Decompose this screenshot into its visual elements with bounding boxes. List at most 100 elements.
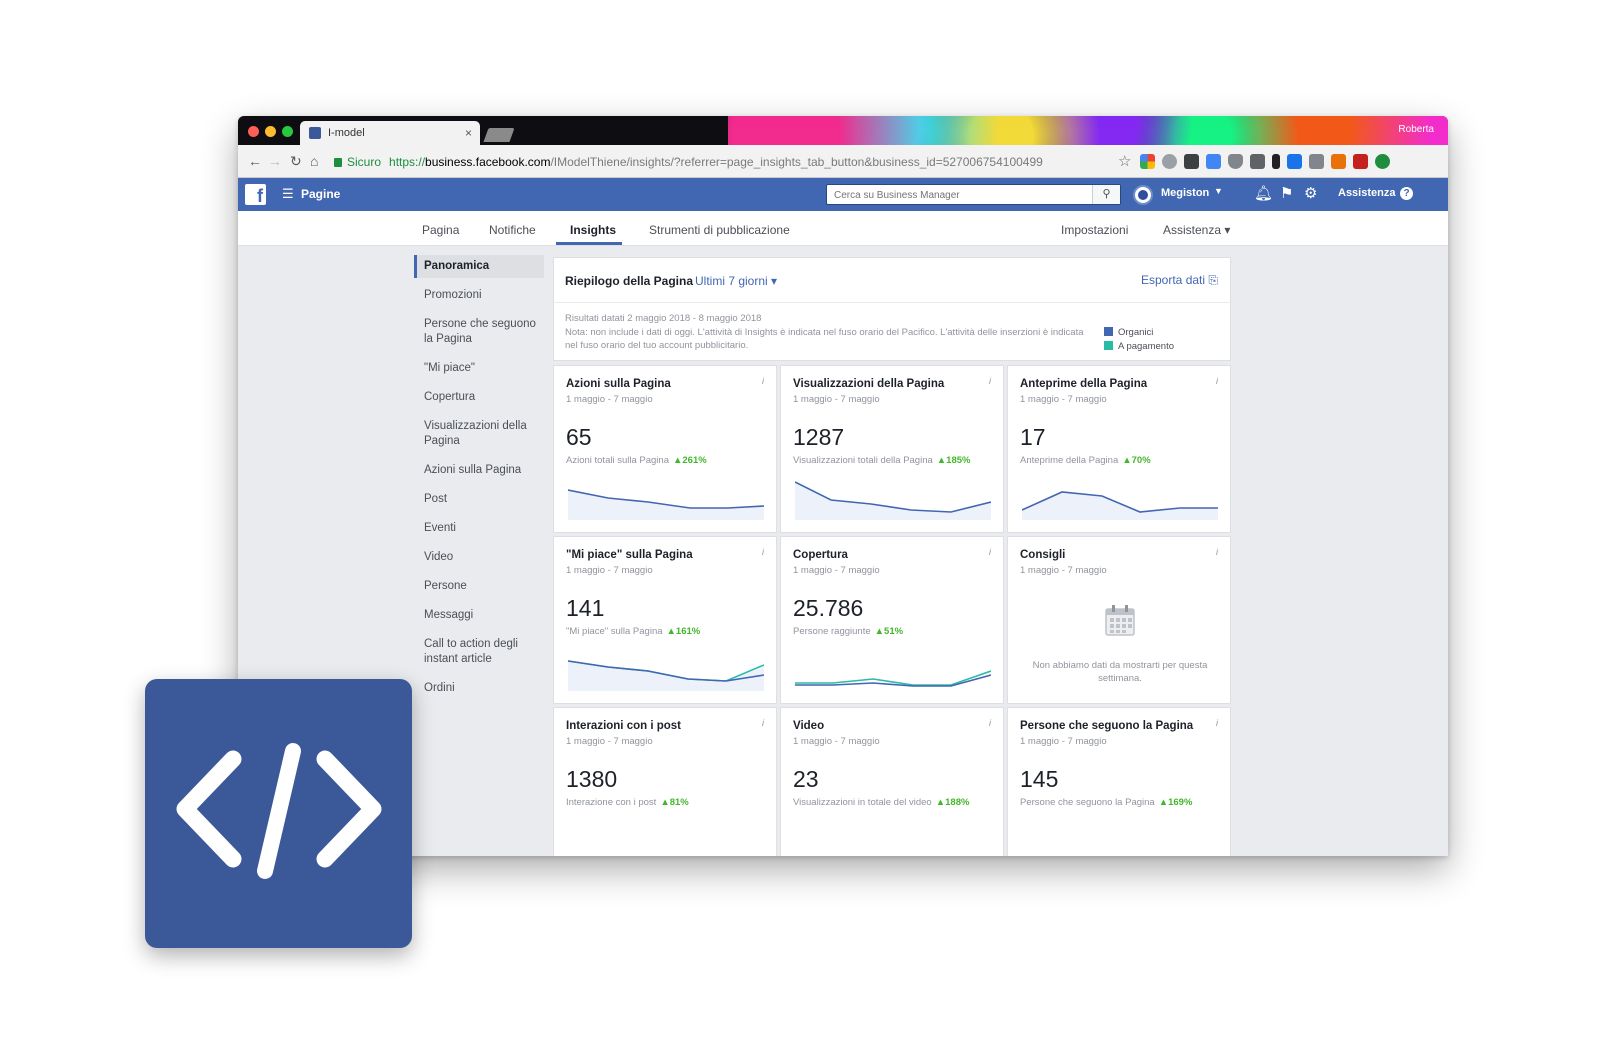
extension-basket-icon[interactable]	[1331, 154, 1346, 169]
active-tab-indicator	[556, 242, 622, 245]
sidebar-item-copertura[interactable]: Copertura	[414, 386, 544, 409]
tab-strumenti[interactable]: Strumenti di pubblicazione	[649, 223, 790, 237]
home-icon[interactable]: ⌂	[310, 153, 318, 169]
extension-keyboard-icon[interactable]	[1184, 154, 1199, 169]
sidebar-item-panoramica[interactable]: Panoramica	[414, 255, 544, 278]
business-search-input[interactable]	[827, 186, 1082, 205]
tab-title: I-model	[328, 127, 365, 139]
chevron-down-icon[interactable]: ▼	[1214, 186, 1223, 196]
card-title: Visualizzazioni della Pagina	[793, 378, 945, 390]
metric-card-page-actions[interactable]: Azioni sulla Pagina i 1 maggio - 7 maggi…	[553, 365, 777, 533]
search-icon[interactable]: ⚲	[1092, 185, 1120, 204]
metric-card-reach[interactable]: Copertura i 1 maggio - 7 maggio 25.786 P…	[780, 536, 1004, 704]
sidebar-item-visualizzazioni[interactable]: Visualizzazioni della Pagina	[414, 415, 544, 453]
info-icon[interactable]: i	[989, 718, 991, 728]
tab-assistenza[interactable]: Assistenza ▾	[1163, 223, 1230, 237]
metric-card-page-views[interactable]: Visualizzazioni della Pagina i 1 maggio …	[780, 365, 1004, 533]
tab-pagina[interactable]: Pagina	[422, 223, 459, 237]
url-path: /IModelThiene/insights/?referrer=page_in…	[550, 155, 1043, 169]
sidebar-item-promozioni[interactable]: Promozioni	[414, 284, 544, 307]
help-link[interactable]: Assistenza	[1338, 187, 1395, 199]
extension-shield-icon[interactable]	[1228, 154, 1243, 169]
insights-sidebar: Panoramica Promozioni Persone che seguon…	[414, 255, 544, 706]
sidebar-item-followers[interactable]: Persone che seguono la Pagina	[414, 313, 544, 351]
new-tab-button[interactable]	[483, 128, 515, 142]
metric-card-recommendations[interactable]: Consigli i 1 maggio - 7 maggio Non abbia…	[1007, 536, 1231, 704]
tab-close-icon[interactable]: ×	[465, 126, 472, 140]
card-title: Copertura	[793, 549, 848, 561]
info-icon[interactable]: i	[762, 376, 764, 386]
reload-icon[interactable]: ↻	[290, 153, 302, 169]
hamburger-menu-icon[interactable]: ☰	[282, 186, 294, 202]
sidebar-item-eventi[interactable]: Eventi	[414, 517, 544, 540]
sidebar-item-post[interactable]: Post	[414, 488, 544, 511]
pages-menu-label[interactable]: Pagine	[301, 187, 340, 201]
sparkline	[1022, 491, 1218, 520]
sidebar-item-video[interactable]: Video	[414, 546, 544, 569]
page-tabs: Pagina Notifiche Insights Strumenti di p…	[238, 211, 1448, 246]
sparkline	[568, 660, 764, 691]
bell-icon[interactable]: 🔔︎	[1254, 185, 1273, 203]
card-subtitle-text: Persone che seguono la Pagina	[1020, 797, 1155, 808]
help-question-icon[interactable]: ?	[1400, 187, 1413, 200]
metric-card-page-previews[interactable]: Anteprime della Pagina i 1 maggio - 7 ma…	[1007, 365, 1231, 533]
forward-arrow-icon[interactable]: →	[268, 153, 282, 169]
browser-tab[interactable]: I-model ×	[300, 121, 480, 145]
flag-icon[interactable]: ⚑	[1280, 185, 1293, 203]
sidebar-item-call-to-action[interactable]: Call to action degli instant article	[414, 633, 544, 671]
gear-icon[interactable]: ⚙	[1304, 185, 1317, 203]
browser-profile-name[interactable]: Roberta	[1398, 124, 1434, 135]
user-avatar[interactable]	[1133, 185, 1153, 205]
card-date-range: 1 maggio - 7 maggio	[1020, 394, 1107, 405]
card-title: "Mi piace" sulla Pagina	[566, 549, 693, 561]
card-subtitle-text: Visualizzazioni totali della Pagina	[793, 455, 933, 466]
sidebar-item-messaggi[interactable]: Messaggi	[414, 604, 544, 627]
minimize-window-button[interactable]	[265, 126, 276, 137]
sidebar-item-mi-piace[interactable]: "Mi piace"	[414, 357, 544, 380]
export-data-link[interactable]: Esporta dati ⎘	[1141, 273, 1218, 288]
extension-bolt-icon[interactable]	[1272, 154, 1280, 169]
tab-insights[interactable]: Insights	[570, 223, 616, 237]
card-subtitle: Azioni totali sulla Pagina ▲261%	[566, 455, 707, 466]
info-icon[interactable]: i	[989, 547, 991, 557]
url-field[interactable]: Sicuro https://business.facebook.com/IMod…	[334, 152, 1134, 172]
metric-card-video[interactable]: Video i 1 maggio - 7 maggio 23 Visualizz…	[780, 707, 1004, 856]
page-summary-header: Riepilogo della Pagina Ultimi 7 giorni ▾…	[553, 257, 1231, 361]
date-range-dropdown[interactable]: Ultimi 7 giorni ▾	[695, 274, 777, 288]
maximize-window-button[interactable]	[282, 126, 293, 137]
info-icon[interactable]: i	[762, 718, 764, 728]
tab-impostazioni[interactable]: Impostazioni	[1061, 223, 1128, 237]
card-subtitle: Anteprime della Pagina ▲70%	[1020, 455, 1151, 466]
close-window-button[interactable]	[248, 126, 259, 137]
extension-mail-icon[interactable]	[1287, 154, 1302, 169]
info-icon[interactable]: i	[989, 376, 991, 386]
extension-grid-icon[interactable]	[1309, 154, 1324, 169]
extension-gear-icon[interactable]	[1162, 154, 1177, 169]
user-name[interactable]: Megiston	[1161, 187, 1209, 199]
info-icon[interactable]: i	[762, 547, 764, 557]
info-icon[interactable]: i	[1216, 718, 1218, 728]
extension-lock-icon[interactable]	[1250, 154, 1265, 169]
extension-color-icon[interactable]	[1140, 154, 1155, 169]
card-title: Persone che seguono la Pagina	[1020, 720, 1194, 732]
summary-title: Riepilogo della Pagina	[565, 274, 694, 288]
info-icon[interactable]: i	[1216, 376, 1218, 386]
facebook-logo-icon[interactable]: f	[245, 184, 266, 206]
info-icon[interactable]: i	[1216, 547, 1218, 557]
bookmark-star-icon[interactable]: ☆	[1118, 152, 1131, 170]
metric-card-followers[interactable]: Persone che seguono la Pagina i 1 maggio…	[1007, 707, 1231, 856]
card-delta: ▲261%	[672, 455, 707, 466]
card-title: Consigli	[1020, 549, 1066, 561]
sparkline	[795, 481, 991, 520]
tab-notifiche[interactable]: Notifiche	[489, 223, 536, 237]
extension-wave-icon[interactable]	[1353, 154, 1368, 169]
back-arrow-icon[interactable]: ←	[248, 153, 262, 169]
metric-card-page-likes[interactable]: "Mi piace" sulla Pagina i 1 maggio - 7 m…	[553, 536, 777, 704]
extension-translate-icon[interactable]	[1206, 154, 1221, 169]
metric-card-post-engagement[interactable]: Interazioni con i post i 1 maggio - 7 ma…	[553, 707, 777, 856]
sidebar-item-ordini[interactable]: Ordini	[414, 677, 544, 700]
extension-green-icon[interactable]	[1375, 154, 1390, 169]
sidebar-item-azioni[interactable]: Azioni sulla Pagina	[414, 459, 544, 482]
organic-swatch	[1104, 327, 1113, 336]
sidebar-item-persone[interactable]: Persone	[414, 575, 544, 598]
